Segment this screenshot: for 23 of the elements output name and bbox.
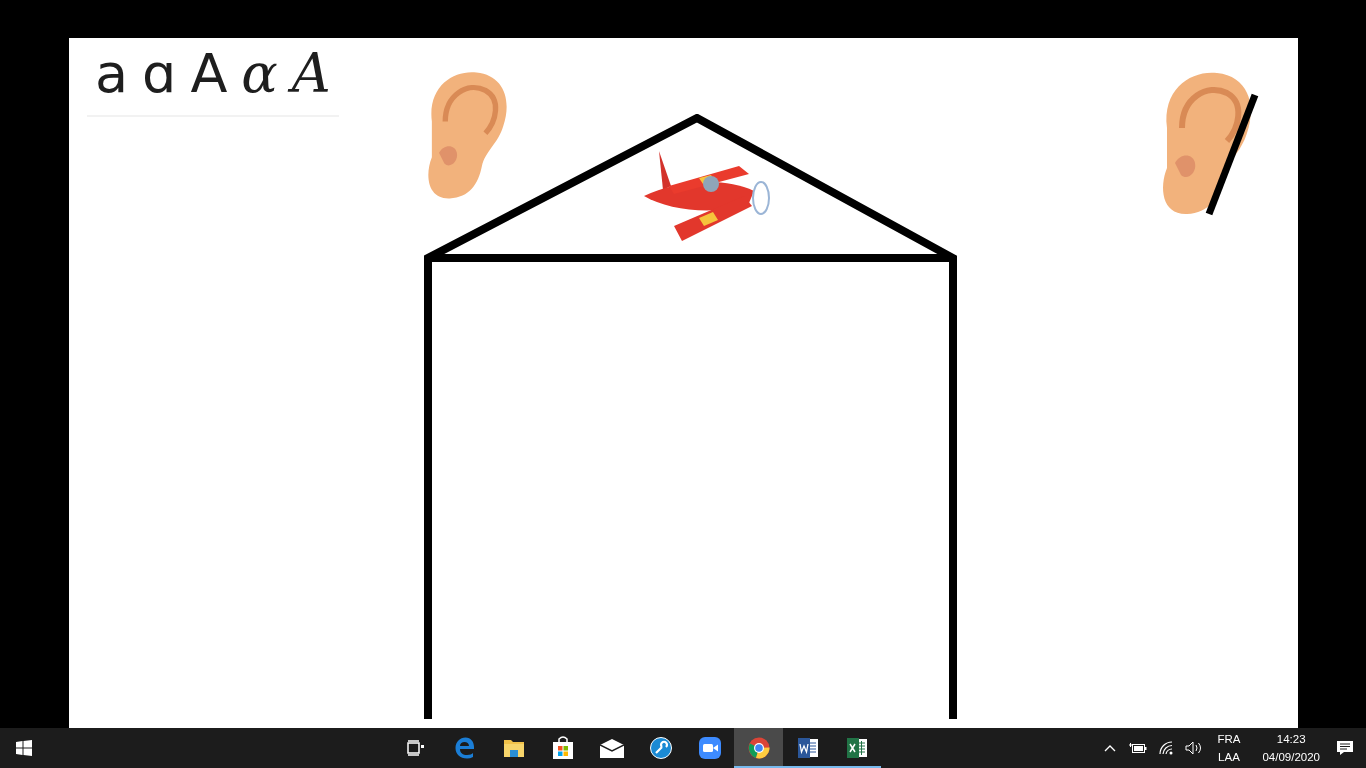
input-language-button[interactable]: FRA LAA: [1211, 730, 1247, 766]
letter: ɑ: [142, 44, 177, 104]
task-view-icon: [406, 740, 425, 756]
edge-browser-icon: [453, 737, 476, 759]
windows-logo-icon: [16, 740, 32, 756]
word-document-icon: [796, 737, 819, 759]
store-bag-icon: [551, 736, 574, 760]
taskbar-app-button[interactable]: [734, 728, 783, 768]
folder-icon: [502, 738, 525, 758]
letter: a: [95, 44, 129, 104]
video-camera-icon: [698, 737, 721, 759]
wifi-icon: [1158, 741, 1175, 755]
clock-button[interactable]: 14:23 04/09/2020: [1252, 730, 1328, 766]
chrome-browser-icon: [747, 737, 770, 759]
mail-envelope-icon: [599, 738, 624, 758]
battery-icon: [1129, 742, 1148, 754]
notification-icon: [1336, 740, 1354, 756]
speaker-volume-icon: [1185, 741, 1204, 755]
letter: A: [190, 44, 228, 104]
spreadsheet-icon: [845, 737, 868, 759]
wrench-icon: [649, 737, 672, 759]
cursive-letter: α: [241, 44, 278, 104]
chevron-up-icon: [1104, 744, 1117, 752]
